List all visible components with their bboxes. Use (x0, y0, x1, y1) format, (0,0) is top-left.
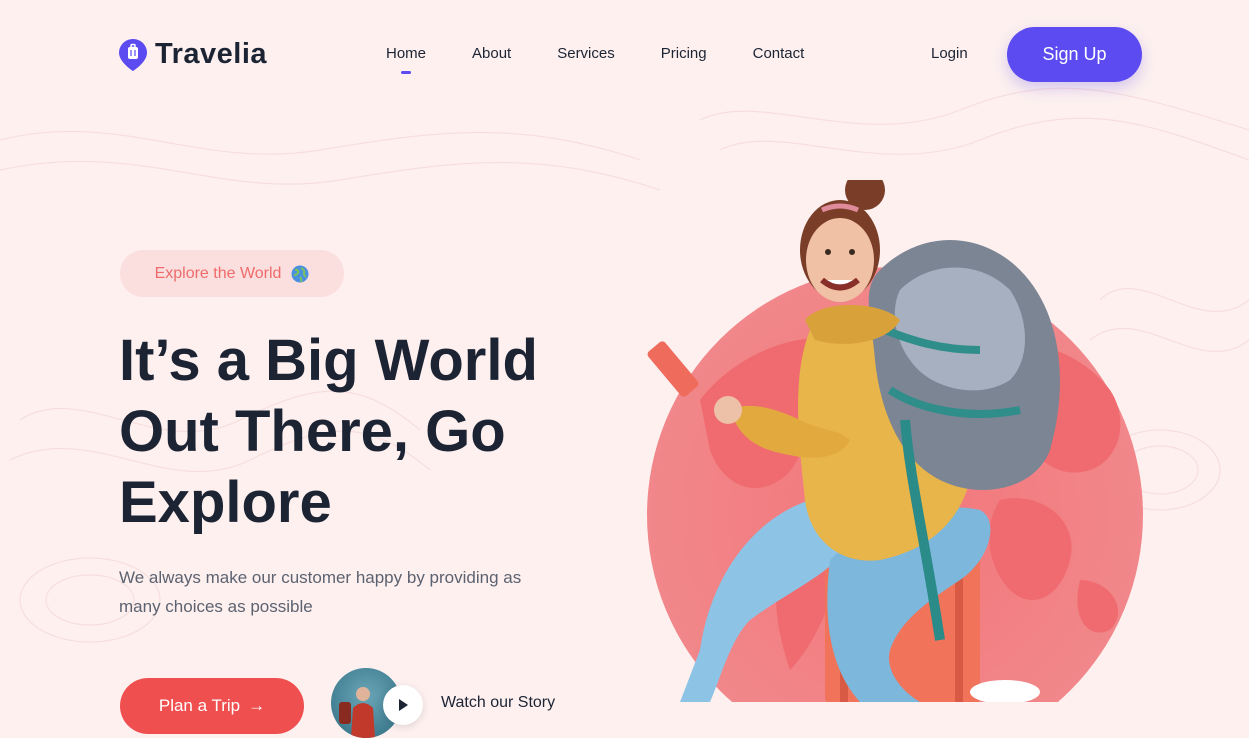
main-nav: Home About Services Pricing Contact (386, 45, 805, 74)
headline-line-3: Explore (119, 470, 332, 535)
signup-button[interactable]: Sign Up (1007, 27, 1142, 82)
play-icon (399, 699, 408, 711)
watch-story-label: Watch our Story (441, 694, 556, 711)
hero-headline: It’s a Big World Out There, Go Explore (119, 325, 639, 538)
play-button[interactable] (383, 685, 423, 725)
headline-line-1: It’s a Big World (119, 328, 538, 393)
brand-logo[interactable]: Travelia (119, 38, 267, 71)
map-pin-icon (119, 38, 147, 71)
headline-line-2: Out There, Go (119, 399, 506, 464)
watch-story[interactable]: Watch our Story (331, 668, 555, 738)
globe-icon (291, 265, 309, 282)
traveler-illustration (647, 180, 1143, 702)
nav-home[interactable]: Home (386, 45, 426, 74)
nav-services[interactable]: Services (557, 45, 615, 62)
nav-contact[interactable]: Contact (753, 45, 805, 62)
phone (647, 341, 699, 397)
brand-name: Travelia (155, 38, 268, 70)
arrow-right-icon: → (248, 696, 266, 715)
badge-label: Explore the World (154, 264, 282, 282)
login-link[interactable]: Login (931, 45, 968, 62)
plan-trip-button[interactable]: Plan a Trip → (120, 678, 304, 734)
nav-about[interactable]: About (472, 45, 511, 62)
hero-subtext: We always make our customer happy by pro… (119, 568, 522, 616)
nav-pricing[interactable]: Pricing (661, 45, 707, 62)
explore-badge: Explore the World (120, 250, 344, 297)
plan-trip-label: Plan a Trip (158, 696, 241, 715)
